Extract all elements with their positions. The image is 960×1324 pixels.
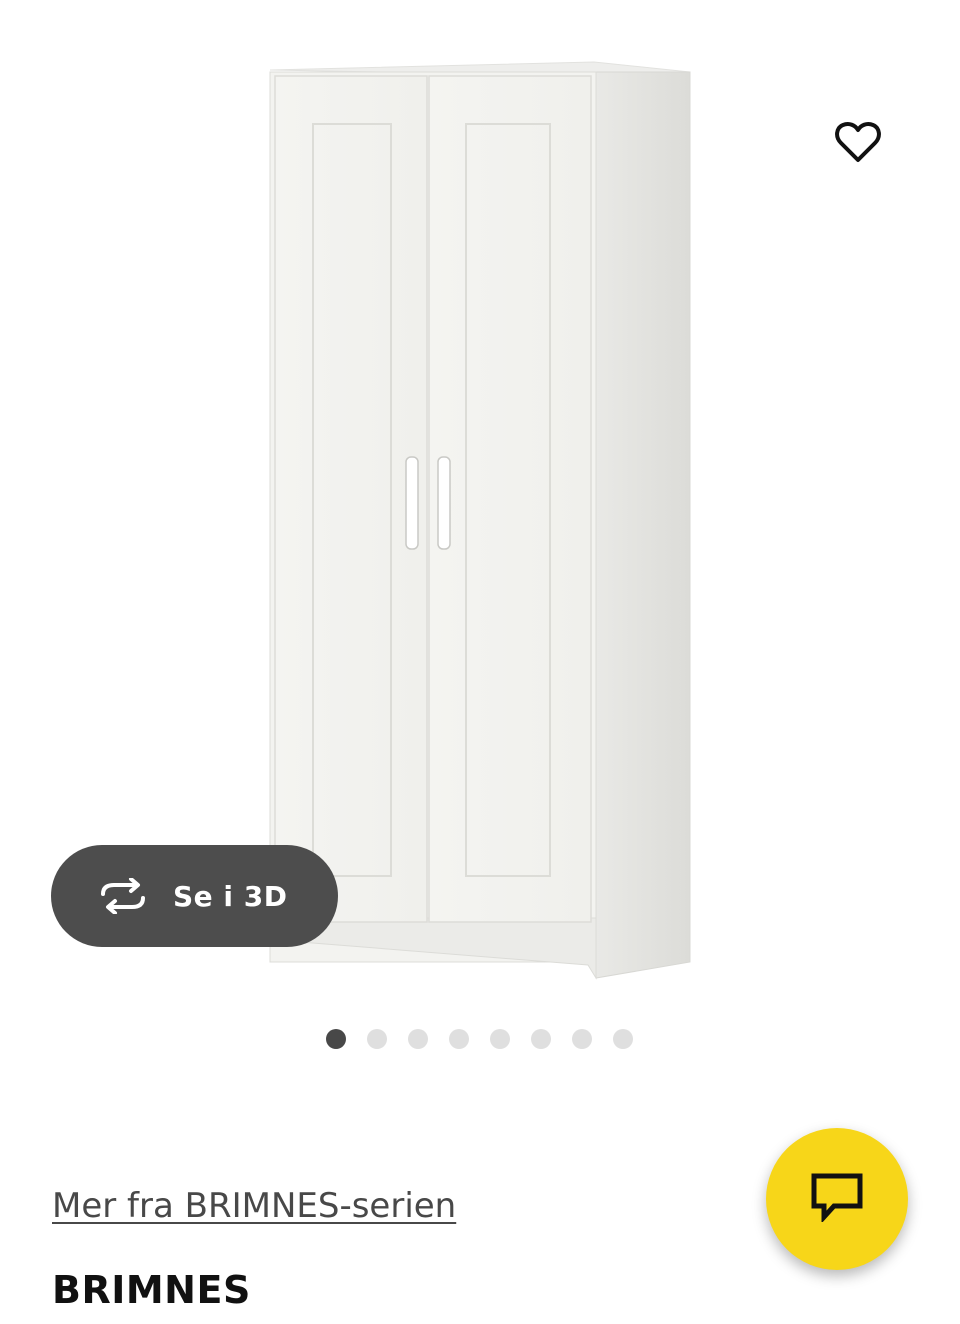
chat-icon [810,1172,864,1226]
view-3d-label: Se i 3D [173,879,288,913]
carousel-dot[interactable] [531,1029,551,1049]
product-name: BRIMNES [52,1268,251,1312]
series-link[interactable]: Mer fra BRIMNES-serien [52,1186,456,1226]
carousel-dot[interactable] [490,1029,510,1049]
carousel-dot[interactable] [613,1029,633,1049]
carousel-dots [326,1029,633,1049]
heart-icon [835,121,881,167]
carousel-dot[interactable] [572,1029,592,1049]
chat-button[interactable] [766,1128,908,1270]
favorite-button[interactable] [826,112,890,176]
carousel-dot[interactable] [367,1029,387,1049]
carousel-dot[interactable] [449,1029,469,1049]
carousel-dot-active[interactable] [326,1029,346,1049]
view-3d-button[interactable]: Se i 3D [51,845,338,947]
carousel-dot[interactable] [408,1029,428,1049]
rotate-icon [97,876,149,916]
